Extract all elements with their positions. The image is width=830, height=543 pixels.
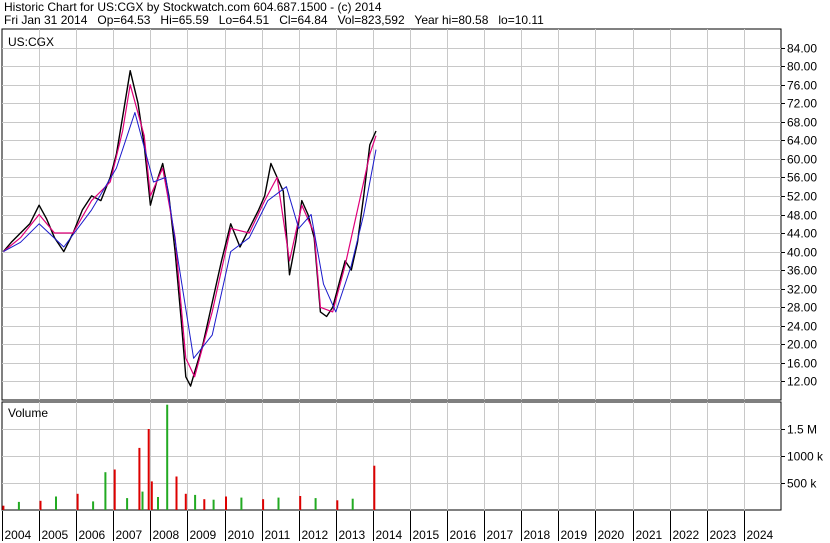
volume-bar bbox=[138, 447, 141, 510]
x-tick-label: 2015 bbox=[413, 528, 440, 542]
volume-y-tick-label: 1000 k bbox=[787, 450, 824, 464]
volume-bar bbox=[113, 469, 116, 510]
volume-bar bbox=[373, 465, 376, 510]
y-tick-label: 16.00 bbox=[787, 357, 817, 371]
x-tick-label: 2006 bbox=[79, 528, 106, 542]
volume-bar bbox=[299, 496, 302, 510]
volume-bar bbox=[2, 505, 5, 510]
x-tick-label: 2011 bbox=[265, 528, 291, 542]
volume-bar bbox=[76, 493, 79, 510]
x-tick-label: 2023 bbox=[710, 528, 737, 542]
volume-bar bbox=[225, 496, 227, 510]
volume-bar bbox=[175, 476, 178, 510]
volume-bar bbox=[17, 501, 20, 510]
volume-bar bbox=[240, 497, 243, 510]
volume-bar bbox=[150, 481, 153, 510]
volume-bar bbox=[157, 497, 159, 510]
x-tick-label: 2007 bbox=[116, 528, 143, 542]
price-panel: 12.00 16.00 20.00 24.00 28.00 32.00 36.00 40.00… bbox=[1, 28, 817, 401]
volume-bar bbox=[277, 497, 280, 510]
x-tick-label: 2014 bbox=[376, 528, 403, 542]
x-tick-label: 2005 bbox=[42, 528, 69, 542]
x-tick-label: 2009 bbox=[190, 528, 217, 542]
y-tick-label: 40.00 bbox=[787, 246, 817, 260]
volume-bar bbox=[203, 499, 206, 510]
volume-bar bbox=[336, 500, 339, 510]
y-tick-label: 32.00 bbox=[787, 283, 817, 297]
y-tick-label: 64.00 bbox=[787, 134, 817, 148]
y-tick-label: 44.00 bbox=[787, 227, 817, 241]
volume-bar bbox=[39, 500, 42, 510]
x-tick-label: 2020 bbox=[598, 528, 625, 542]
x-tick-label: 2018 bbox=[524, 528, 551, 542]
x-tick-label: 2024 bbox=[747, 528, 774, 542]
y-tick-label: 36.00 bbox=[787, 264, 817, 278]
volume-bar bbox=[92, 501, 95, 510]
y-tick-label: 20.00 bbox=[787, 338, 817, 352]
x-tick-label: 2016 bbox=[450, 528, 477, 542]
y-tick-label: 56.00 bbox=[787, 171, 817, 185]
volume-bar bbox=[55, 496, 57, 510]
x-tick-label: 2022 bbox=[673, 528, 700, 542]
volume-bar bbox=[262, 499, 265, 510]
volume-bar bbox=[194, 494, 197, 510]
volume-bar bbox=[351, 498, 354, 510]
volume-bar bbox=[212, 499, 215, 510]
x-tick-label: 2008 bbox=[153, 528, 180, 542]
x-tick-label: 2013 bbox=[339, 528, 366, 542]
volume-panel: 500 k 1000 k 1.5 M bbox=[1, 401, 824, 511]
volume-y-tick-label: 1.5 M bbox=[787, 423, 817, 437]
chart-page: Historic Chart for US:CGX by Stockwatch.… bbox=[0, 0, 830, 543]
volume-bar bbox=[104, 472, 107, 510]
y-tick-label: 60.00 bbox=[787, 153, 817, 167]
x-tick-label: 2012 bbox=[302, 528, 329, 542]
volume-bar bbox=[126, 498, 129, 510]
volume-bar bbox=[147, 429, 150, 510]
y-tick-label: 76.00 bbox=[787, 79, 817, 93]
y-tick-label: 28.00 bbox=[787, 301, 817, 315]
volume-bar bbox=[166, 404, 169, 510]
y-tick-label: 52.00 bbox=[787, 190, 817, 204]
y-tick-label: 80.00 bbox=[787, 60, 817, 74]
x-tick-label: 2017 bbox=[487, 528, 514, 542]
y-tick-label: 48.00 bbox=[787, 209, 817, 223]
volume-bar bbox=[141, 491, 144, 510]
x-axis: 2004 2005 2006 2007 2008 2009 2010 2011 2012 2013… bbox=[2, 511, 774, 542]
x-tick-label: 2019 bbox=[561, 528, 588, 542]
y-tick-label: 84.00 bbox=[787, 42, 817, 56]
x-tick-label: 2021 bbox=[636, 528, 663, 542]
volume-y-tick-label: 500 k bbox=[787, 477, 817, 491]
y-tick-label: 12.00 bbox=[787, 375, 817, 389]
y-tick-label: 24.00 bbox=[787, 320, 817, 334]
x-tick-label: 2004 bbox=[5, 528, 32, 542]
symbol-label: US:CGX bbox=[8, 35, 54, 49]
y-tick-label: 72.00 bbox=[787, 97, 817, 111]
volume-label: Volume bbox=[8, 406, 48, 420]
volume-bar bbox=[184, 493, 187, 510]
stock-chart: 12.00 16.00 20.00 24.00 28.00 32.00 36.00 40.00… bbox=[1, 28, 824, 542]
x-tick-label: 2010 bbox=[228, 528, 255, 542]
y-tick-label: 68.00 bbox=[787, 116, 817, 130]
volume-bar bbox=[314, 498, 317, 510]
